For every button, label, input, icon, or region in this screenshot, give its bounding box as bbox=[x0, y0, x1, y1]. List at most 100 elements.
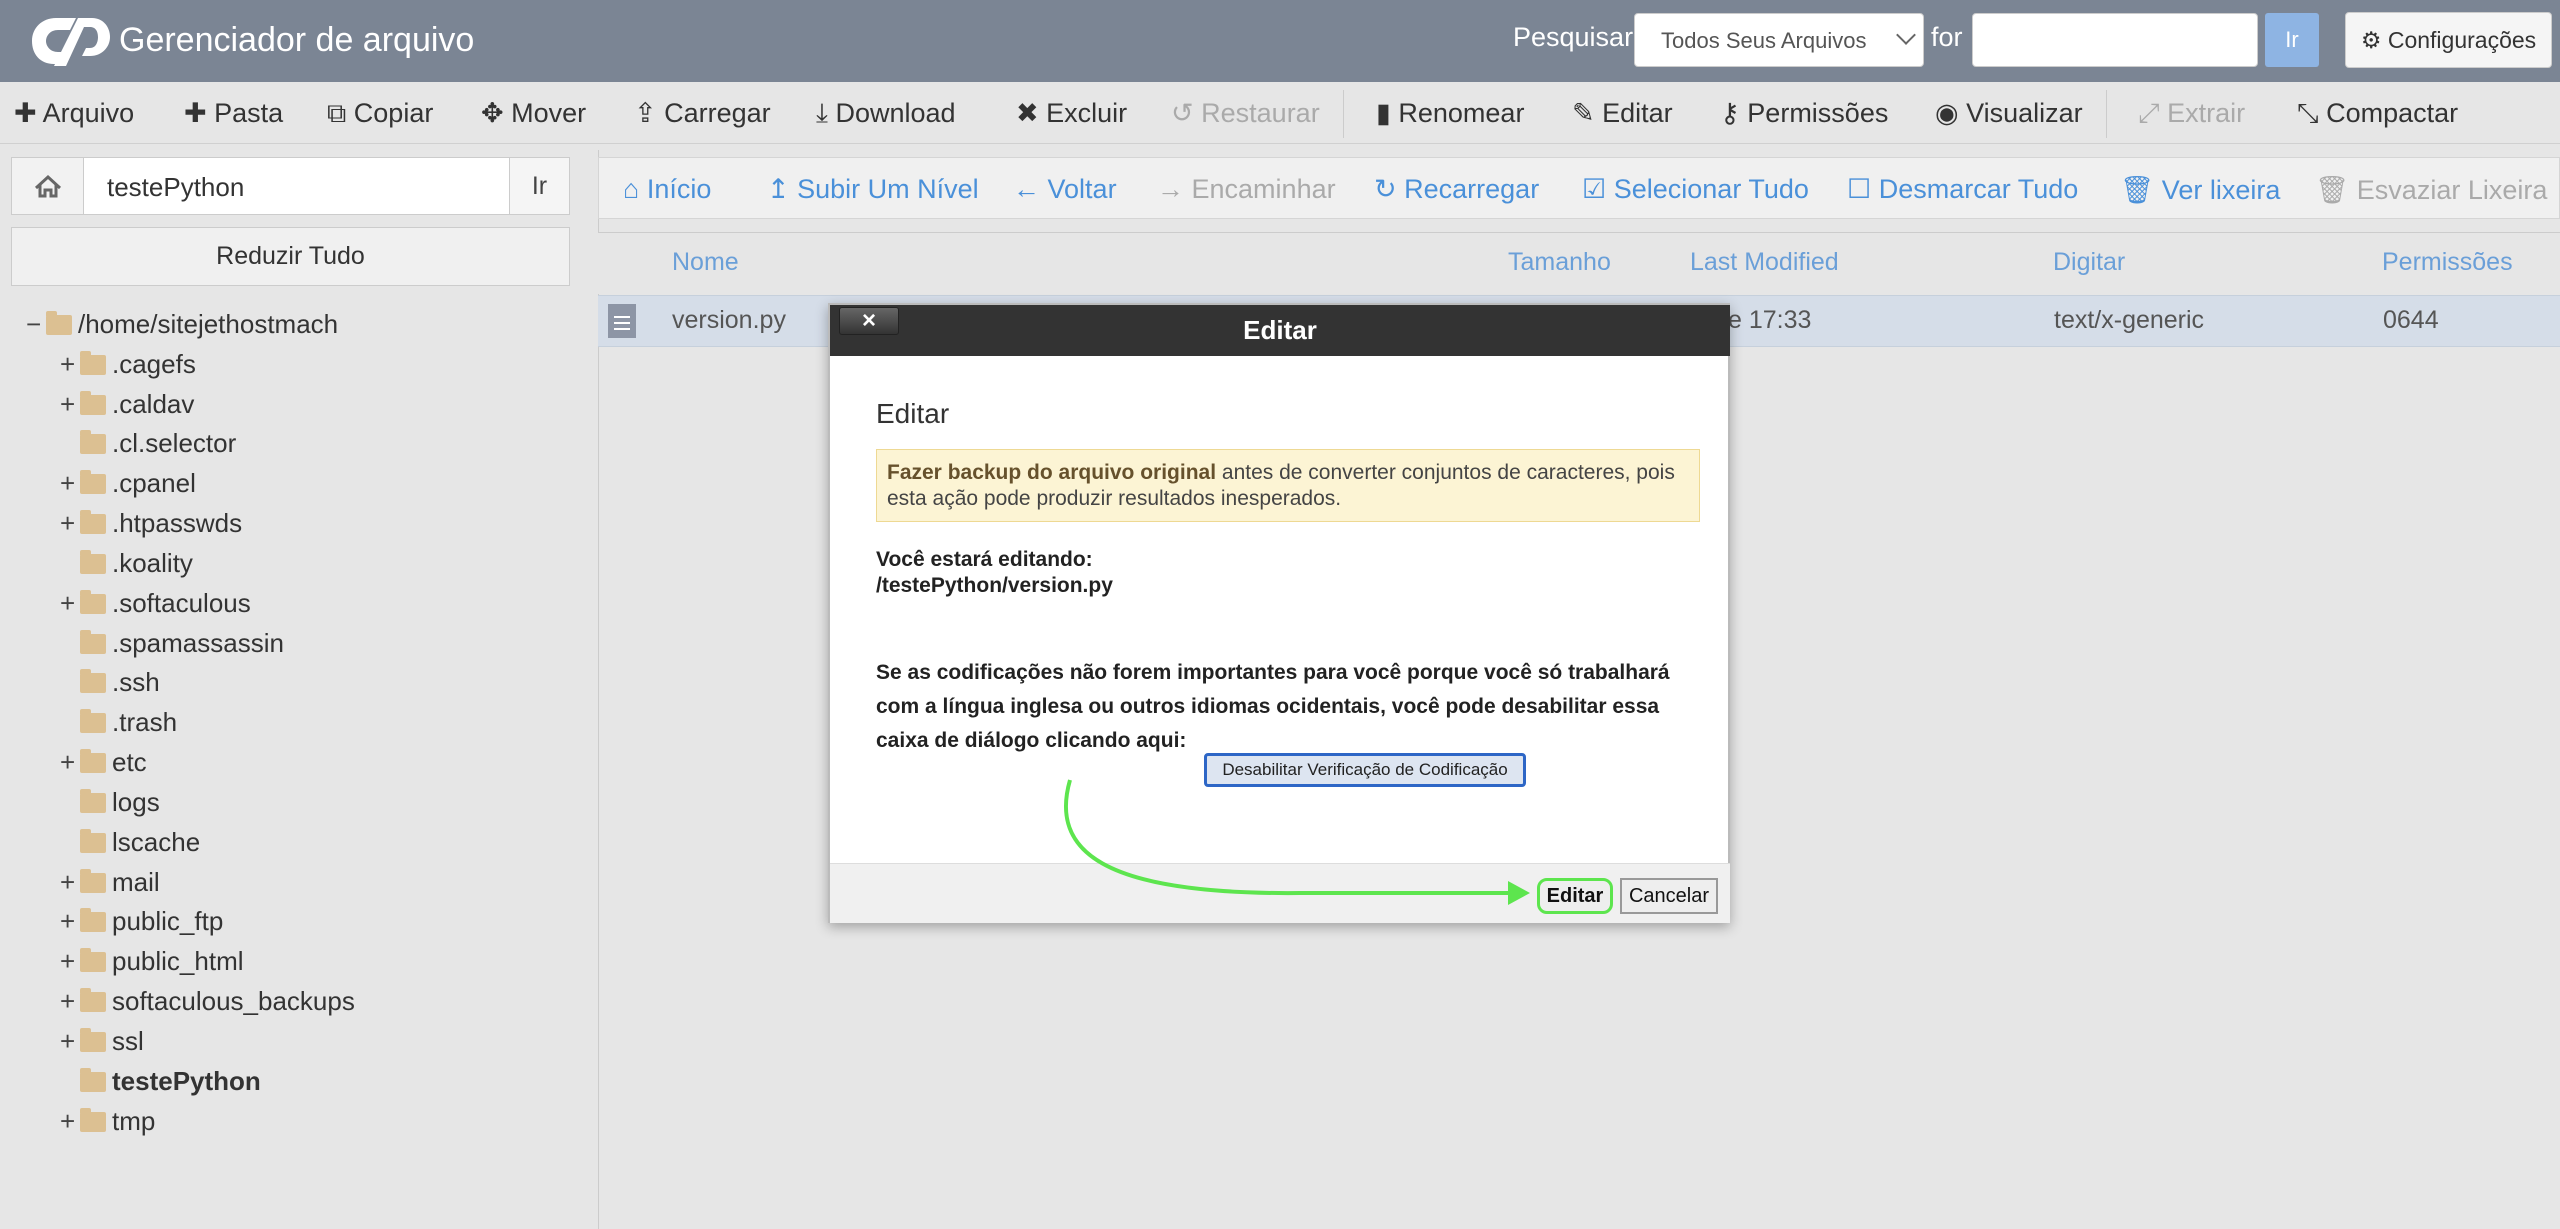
rename-button[interactable]: ▮ Renomear bbox=[1376, 98, 1524, 129]
nav-forward-button[interactable]: → Encaminhar bbox=[1157, 174, 1336, 205]
tree-item-softaculous[interactable]: + .softaculous bbox=[60, 587, 251, 619]
path-input[interactable]: testePython bbox=[107, 172, 244, 203]
nav-select-all-button[interactable]: ☑ Selecionar Tudo bbox=[1582, 174, 1809, 205]
settings-button[interactable]: ⚙ Configurações bbox=[2345, 12, 2552, 68]
nav-empty-trash-button[interactable]: 🗑 Esvaziar Lixeira bbox=[2315, 174, 2547, 206]
view-button[interactable]: ◉ Visualizar bbox=[1935, 98, 2083, 129]
folder-icon bbox=[80, 1108, 106, 1132]
close-button[interactable]: × bbox=[839, 307, 899, 335]
disable-encoding-check-button[interactable]: Desabilitar Verificação de Codificação bbox=[1204, 753, 1526, 787]
tree-item-htpasswds[interactable]: + .htpasswds bbox=[60, 507, 242, 539]
nav-unselect-all-button[interactable]: ☐ Desmarcar Tudo bbox=[1847, 174, 2078, 205]
tree-item-caldav[interactable]: + .caldav bbox=[60, 388, 194, 420]
folder-icon bbox=[80, 351, 106, 375]
column-name[interactable]: Nome bbox=[672, 248, 739, 277]
collapse-all-button[interactable]: Reduzir Tudo bbox=[11, 227, 570, 286]
toolbar-label: Arquivo bbox=[42, 98, 135, 128]
tree-item-cpanel[interactable]: + .cpanel bbox=[60, 467, 196, 499]
search-input[interactable] bbox=[1972, 13, 2258, 67]
folder-icon bbox=[80, 869, 106, 893]
expand-icon[interactable]: + bbox=[60, 1025, 80, 1057]
editing-path: /testePython/version.py bbox=[876, 574, 1113, 597]
search-go-button[interactable]: Ir bbox=[2265, 13, 2319, 67]
tree-item-public-html[interactable]: + public_html bbox=[60, 945, 244, 977]
file-table-header: Nome Tamanho Last Modified Digitar Permi… bbox=[598, 232, 2560, 294]
tree-item-logs[interactable]: logs bbox=[60, 786, 160, 818]
folder-icon bbox=[80, 550, 106, 574]
move-button[interactable]: ✥ Mover bbox=[481, 98, 586, 129]
column-permissions[interactable]: Permissões bbox=[2382, 248, 2513, 277]
tree-item-cl-selector[interactable]: .cl.selector bbox=[60, 427, 236, 459]
expand-icon[interactable]: + bbox=[60, 905, 80, 937]
expand-icon[interactable]: + bbox=[60, 746, 80, 778]
folder-icon bbox=[80, 789, 106, 813]
tree-item-label: .cl.selector bbox=[112, 428, 237, 458]
tree-item-tmp[interactable]: + tmp bbox=[60, 1105, 155, 1137]
expand-icon[interactable]: + bbox=[60, 1105, 80, 1137]
tree-item-label: .koality bbox=[112, 548, 193, 578]
column-type[interactable]: Digitar bbox=[2053, 248, 2125, 277]
tree-item-koality[interactable]: .koality bbox=[60, 547, 193, 579]
collapse-icon[interactable]: − bbox=[26, 308, 46, 340]
tree-item-label: public_ftp bbox=[112, 906, 224, 936]
new-folder-button[interactable]: ✚ Pasta bbox=[184, 98, 283, 129]
tree-item-public-ftp[interactable]: + public_ftp bbox=[60, 905, 223, 937]
folder-icon bbox=[80, 829, 106, 853]
edit-confirm-button[interactable]: Editar bbox=[1537, 878, 1613, 914]
tree-item-lscache[interactable]: lscache bbox=[60, 826, 200, 858]
cancel-button[interactable]: Cancelar bbox=[1620, 878, 1718, 914]
tree-item-softaculous-backups[interactable]: + softaculous_backups bbox=[60, 985, 355, 1017]
upload-button[interactable]: ⇪ Carregar bbox=[634, 98, 771, 129]
column-size[interactable]: Tamanho bbox=[1508, 248, 1611, 277]
tree-item-ssl[interactable]: + ssl bbox=[60, 1025, 144, 1057]
tree-item-mail[interactable]: + mail bbox=[60, 866, 160, 898]
download-button[interactable]: ⤓ Download bbox=[816, 98, 956, 130]
nav-up-one-level-button[interactable]: ↥ Subir Um Nível bbox=[767, 174, 979, 205]
file-permissions: 0644 bbox=[2383, 306, 2439, 334]
tree-item-cagefs[interactable]: + .cagefs bbox=[60, 348, 196, 380]
nav-view-trash-button[interactable]: 🗑 Ver lixeira bbox=[2120, 174, 2280, 206]
folder-icon bbox=[80, 1028, 106, 1052]
search-scope-select[interactable]: Todos Seus Arquivos bbox=[1634, 13, 1924, 67]
tree-item-label: .ssh bbox=[112, 667, 160, 697]
toolbar-divider bbox=[1343, 90, 1344, 138]
restore-button[interactable]: ↺ Restaurar bbox=[1171, 98, 1320, 129]
permissions-button[interactable]: ⚷ Permissões bbox=[1720, 98, 1888, 129]
nav-reload-button[interactable]: ↻ Recarregar bbox=[1374, 174, 1539, 205]
expand-icon[interactable]: + bbox=[60, 985, 80, 1017]
edit-button[interactable]: ✎ Editar bbox=[1572, 98, 1673, 129]
column-last-modified[interactable]: Last Modified bbox=[1690, 248, 1839, 277]
nav-back-button[interactable]: ← Voltar bbox=[1013, 174, 1117, 205]
copy-button[interactable]: ⧉ Copiar bbox=[327, 98, 433, 130]
expand-icon[interactable]: + bbox=[60, 467, 80, 499]
compress-button[interactable]: ⤡ Compactar bbox=[2297, 98, 2458, 130]
expand-icon[interactable]: + bbox=[60, 866, 80, 898]
tree-item-testepython[interactable]: testePython bbox=[60, 1065, 261, 1097]
delete-button[interactable]: ✖ Excluir bbox=[1016, 98, 1127, 129]
tree-item-trash[interactable]: .trash bbox=[60, 706, 177, 738]
toolbar-label: Editar bbox=[1602, 98, 1673, 128]
nav-label: Subir Um Nível bbox=[797, 174, 979, 204]
expand-icon[interactable]: + bbox=[60, 587, 80, 619]
expand-icon[interactable]: + bbox=[60, 348, 80, 380]
tree-item-spamassassin[interactable]: .spamassassin bbox=[60, 627, 284, 659]
tree-item-ssh[interactable]: .ssh bbox=[60, 666, 160, 698]
extract-button[interactable]: ⤢ Extrair bbox=[2138, 98, 2245, 130]
tree-item-home[interactable]: − /home/sitejethostmach bbox=[26, 308, 338, 340]
folder-icon bbox=[80, 709, 106, 733]
home-button[interactable] bbox=[12, 158, 84, 214]
file-name[interactable]: version.py bbox=[672, 306, 786, 335]
tree-item-etc[interactable]: + etc bbox=[60, 746, 147, 778]
new-file-button[interactable]: ✚ Arquivo bbox=[14, 98, 134, 129]
expand-icon[interactable]: + bbox=[60, 507, 80, 539]
expand-icon[interactable]: + bbox=[60, 388, 80, 420]
expand-icon[interactable]: + bbox=[60, 945, 80, 977]
path-go-button[interactable]: Ir bbox=[509, 158, 569, 214]
tree-item-label: .htpasswds bbox=[112, 508, 243, 538]
editing-label: Você estará editando: bbox=[876, 548, 1093, 571]
tree-item-label: .softaculous bbox=[112, 588, 251, 618]
toolbar-label: Pasta bbox=[214, 98, 284, 128]
tree-item-label: .cpanel bbox=[112, 468, 196, 498]
nav-home-button[interactable]: ⌂ Início bbox=[623, 174, 711, 205]
refresh-icon: ↻ bbox=[1374, 174, 1397, 204]
